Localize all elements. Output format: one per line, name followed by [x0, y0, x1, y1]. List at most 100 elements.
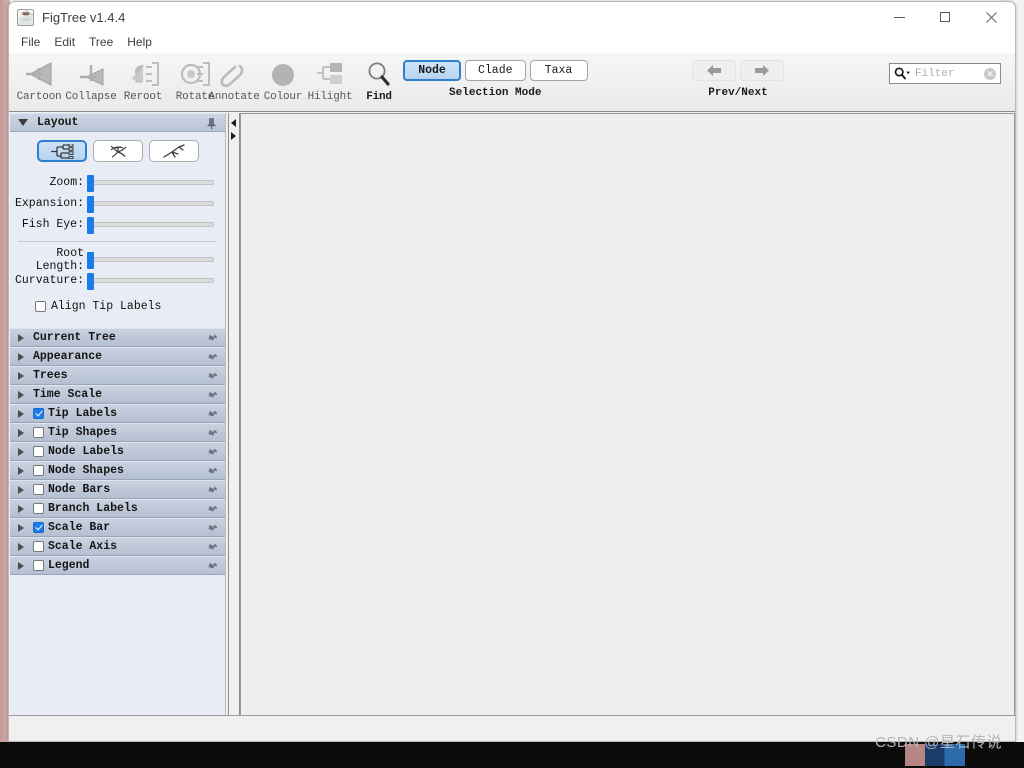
toolbar-button-collapse[interactable]: Collapse [65, 55, 117, 103]
close-button[interactable] [968, 2, 1014, 32]
sidebar-item-node-bars[interactable]: Node Bars [10, 480, 225, 499]
checkbox-node-bars[interactable] [33, 484, 44, 495]
layout-mode-radial[interactable] [148, 140, 199, 162]
maximize-button[interactable] [922, 2, 968, 32]
prev-button[interactable] [692, 60, 736, 81]
slider-row-root-length[interactable]: Root Length: [10, 247, 225, 273]
search-input[interactable] [911, 67, 984, 80]
filter-search-box[interactable]: ✕ [889, 63, 1001, 84]
clear-icon[interactable]: ✕ [984, 67, 996, 80]
panel-title-appearance: Appearance [33, 350, 103, 363]
sidebar-item-tip-shapes[interactable]: Tip Shapes [10, 423, 225, 442]
slider-track-curvature[interactable] [87, 273, 214, 290]
pin-icon[interactable] [205, 560, 218, 573]
slider-thumb-zoom[interactable] [87, 175, 94, 192]
align-tip-labels-row[interactable]: Align Tip Labels [10, 297, 225, 315]
layout-mode-polar[interactable] [92, 140, 143, 162]
align-tip-labels-checkbox[interactable] [35, 300, 46, 312]
slider-label-fisheye: Fish Eye: [21, 218, 84, 231]
tree-canvas-container[interactable] [240, 113, 1015, 726]
slider-track-root-length[interactable] [87, 252, 214, 269]
pin-icon[interactable] [205, 522, 218, 535]
split-pane-divider[interactable] [228, 113, 240, 726]
sidebar-item-trees[interactable]: Trees [10, 366, 225, 385]
pin-icon[interactable] [205, 370, 218, 383]
checkbox-tip-shapes[interactable] [33, 427, 44, 438]
layout-mode-rectangular[interactable] [36, 140, 87, 162]
sidebar-item-node-shapes[interactable]: Node Shapes [10, 461, 225, 480]
slider-thumb-root-length[interactable] [87, 252, 94, 269]
pin-icon[interactable] [205, 332, 218, 345]
slider-track-zoom[interactable] [87, 175, 214, 192]
checkbox-scale-axis[interactable] [33, 541, 44, 552]
checkbox-tip-labels[interactable] [33, 408, 44, 419]
chevron-right-icon [18, 371, 24, 380]
selection-mode-clade[interactable]: Clade [465, 60, 526, 81]
slider-row-curvature[interactable]: Curvature: [10, 270, 225, 291]
menu-help[interactable]: Help [125, 34, 159, 51]
slider-row-expansion[interactable]: Expansion: [10, 193, 225, 214]
slider-row-zoom[interactable]: Zoom: [10, 172, 225, 193]
pin-icon[interactable] [205, 484, 218, 497]
tree-canvas[interactable] [241, 114, 1014, 725]
slider-thumb-curvature[interactable] [87, 273, 94, 290]
toolbar-button-annotate[interactable]: Annotate [208, 55, 260, 103]
toolbar-label-colour: Colour [263, 91, 303, 103]
slider-track-fisheye[interactable] [87, 217, 214, 234]
app-icon [17, 8, 34, 26]
selection-mode-node[interactable]: Node [403, 60, 461, 81]
pin-icon[interactable] [205, 427, 218, 440]
panel-title-node-labels: Node Labels [48, 445, 124, 458]
menu-bar: File Edit Tree Help [9, 33, 1015, 53]
toolbar-button-cartoon[interactable]: Cartoon [13, 55, 65, 103]
pin-icon[interactable] [205, 408, 218, 421]
pin-icon[interactable] [205, 117, 218, 130]
panel-title-tip-labels: Tip Labels [48, 407, 118, 420]
checkbox-legend[interactable] [33, 560, 44, 571]
triangle-left-icon[interactable] [231, 119, 236, 127]
minimize-icon [893, 16, 905, 18]
prev-next-group: Prev/Next [692, 60, 784, 99]
search-dropdown-icon[interactable] [894, 67, 911, 80]
toolbar-button-hilight[interactable]: Hilight [304, 55, 356, 103]
chevron-right-icon [18, 447, 24, 456]
pin-icon[interactable] [205, 541, 218, 554]
pin-icon[interactable] [205, 465, 218, 478]
pin-icon[interactable] [205, 351, 218, 364]
sidebar-item-appearance[interactable]: Appearance [10, 347, 225, 366]
slider-track-expansion[interactable] [87, 196, 214, 213]
menu-file[interactable]: File [19, 34, 47, 51]
sidebar-item-tip-labels[interactable]: Tip Labels [10, 404, 225, 423]
sidebar-item-current-tree[interactable]: Current Tree [10, 328, 225, 347]
next-button[interactable] [740, 60, 784, 81]
sidebar-item-time-scale[interactable]: Time Scale [10, 385, 225, 404]
slider-thumb-fisheye[interactable] [87, 217, 94, 234]
sidebar-item-legend[interactable]: Legend [10, 556, 225, 575]
panel-title-node-shapes: Node Shapes [48, 464, 124, 477]
triangle-right-icon[interactable] [231, 132, 236, 140]
checkbox-branch-labels[interactable] [33, 503, 44, 514]
sidebar-item-branch-labels[interactable]: Branch Labels [10, 499, 225, 518]
pin-icon[interactable] [205, 389, 218, 402]
toolbar-button-find[interactable]: Find [353, 55, 405, 103]
toolbar-button-reroot[interactable]: Reroot [117, 55, 169, 103]
figtree-window: FigTree v1.4.4 File Edit Tree Help [8, 1, 1016, 742]
minimize-button[interactable] [876, 2, 922, 32]
menu-tree[interactable]: Tree [87, 34, 120, 51]
selection-mode-taxa[interactable]: Taxa [529, 60, 588, 81]
checkbox-node-shapes[interactable] [33, 465, 44, 476]
pin-icon[interactable] [205, 446, 218, 459]
sidebar-item-node-labels[interactable]: Node Labels [10, 442, 225, 461]
sidebar-item-scale-bar[interactable]: Scale Bar [10, 518, 225, 537]
checkbox-node-labels[interactable] [33, 446, 44, 457]
desktop-background: ⋮ ≡ o — ⋮ T h C FigTree v1.4.4 [0, 0, 1024, 768]
toolbar-button-colour[interactable]: Colour [257, 55, 309, 103]
title-bar[interactable]: FigTree v1.4.4 [9, 2, 1015, 33]
pin-icon[interactable] [205, 503, 218, 516]
sidebar-item-scale-axis[interactable]: Scale Axis [10, 537, 225, 556]
panel-header-layout[interactable]: Layout [10, 113, 225, 132]
slider-thumb-expansion[interactable] [87, 196, 94, 213]
menu-edit[interactable]: Edit [52, 34, 82, 51]
slider-row-fisheye[interactable]: Fish Eye: [10, 214, 225, 235]
checkbox-scale-bar[interactable] [33, 522, 44, 533]
